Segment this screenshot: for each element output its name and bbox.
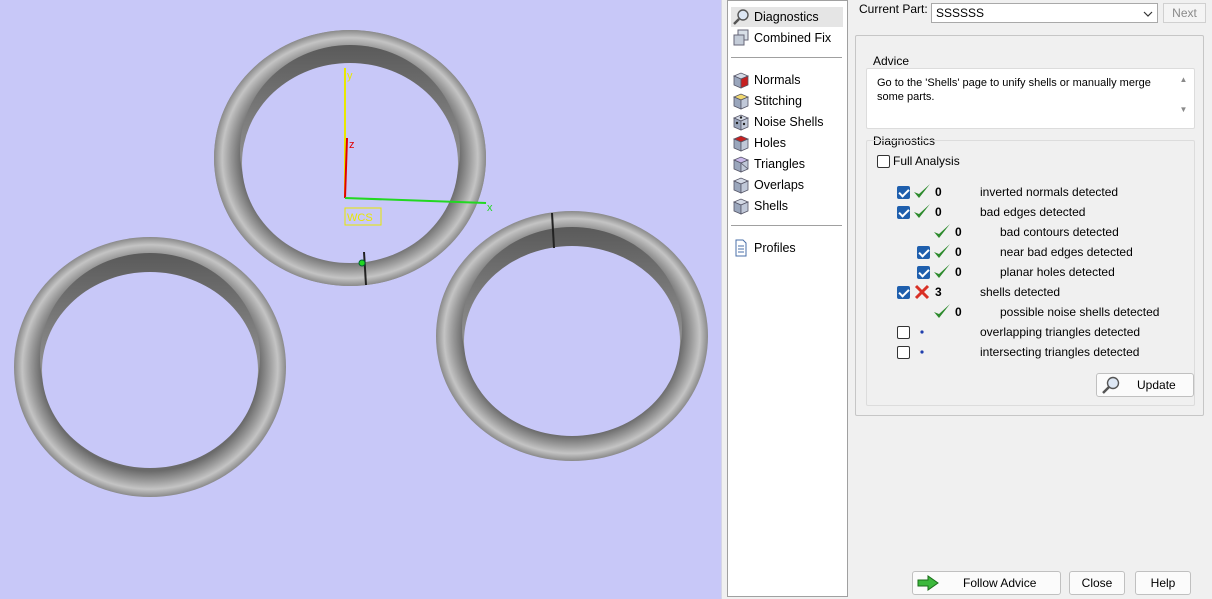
red-x-icon	[913, 283, 931, 301]
row-checkbox[interactable]	[897, 326, 910, 339]
row-label: possible noise shells detected	[1000, 305, 1160, 319]
advice-box: Go to the 'Shells' page to unify shells …	[866, 68, 1195, 129]
page-navigation: Diagnostics Combined Fix Normals Stitchi…	[727, 0, 848, 597]
green-check-icon	[933, 303, 951, 321]
ring-right[interactable]	[436, 211, 708, 461]
nav-label-diagnostics: Diagnostics	[754, 10, 819, 24]
ring-left[interactable]	[14, 237, 286, 497]
current-part-select[interactable]: SSSSSS	[931, 3, 1158, 23]
green-check-icon	[933, 263, 951, 281]
green-arrow-icon	[917, 575, 939, 591]
triangles-cube-icon	[731, 154, 751, 174]
pending-dot-icon	[913, 323, 931, 341]
help-button[interactable]: Help	[1135, 571, 1191, 595]
full-analysis-checkbox[interactable]	[877, 155, 890, 168]
nav-label-stitching: Stitching	[754, 94, 802, 108]
row-label: inverted normals detected	[980, 185, 1119, 199]
3d-viewport[interactable]: y z x WCS	[0, 0, 721, 599]
nav-label-noise-shells: Noise Shells	[754, 115, 824, 129]
row-count: 0	[955, 245, 962, 259]
row-label: bad edges detected	[980, 205, 1086, 219]
green-check-icon	[913, 183, 931, 201]
magnifier-icon	[731, 7, 751, 27]
row-checkbox[interactable]	[917, 246, 930, 259]
scroll-down-icon[interactable]: ▼	[1177, 103, 1190, 116]
fix-wizard-panel: Diagnostics Combined Fix Normals Stitchi…	[721, 0, 1212, 599]
wcs-label: WCS	[347, 212, 373, 224]
row-count: 0	[935, 205, 942, 219]
z-axis-label: z	[349, 139, 355, 151]
advice-scrollbar[interactable]: ▲ ▼	[1177, 73, 1190, 125]
row-count: 0	[955, 305, 962, 319]
full-analysis-label: Full Analysis	[893, 154, 960, 168]
row-label: near bad edges detected	[1000, 245, 1133, 259]
update-label: Update	[1137, 378, 1176, 392]
pending-dot-icon	[913, 343, 931, 361]
nav-item-combined-fix[interactable]: Combined Fix	[731, 28, 843, 48]
update-button[interactable]: Update	[1096, 373, 1194, 397]
nav-item-noise-shells[interactable]: Noise Shells	[731, 112, 843, 132]
row-label: shells detected	[980, 285, 1061, 299]
row-label: bad contours detected	[1000, 225, 1119, 239]
row-label: overlapping triangles detected	[980, 325, 1141, 339]
row-checkbox[interactable]	[917, 266, 930, 279]
green-check-icon	[933, 223, 951, 241]
follow-advice-label: Follow Advice	[963, 576, 1037, 590]
shells-cube-icon	[731, 196, 751, 216]
row-checkbox[interactable]	[897, 346, 910, 359]
magnifier-icon	[1101, 375, 1121, 395]
nav-label-shells: Shells	[754, 199, 789, 213]
next-button[interactable]: Next	[1163, 3, 1206, 23]
y-axis-label: y	[347, 70, 353, 82]
nav-label-profiles: Profiles	[754, 241, 796, 255]
nav-item-normals[interactable]: Normals	[731, 70, 843, 90]
combined-fix-icon	[731, 28, 751, 48]
nav-label-holes: Holes	[754, 136, 786, 150]
advice-text: Go to the 'Shells' page to unify shells …	[877, 77, 1151, 103]
overlaps-cube-icon	[731, 175, 751, 195]
document-icon	[731, 238, 751, 258]
row-count: 0	[955, 265, 962, 279]
nav-label-overlaps: Overlaps	[754, 178, 805, 192]
normals-cube-icon	[731, 70, 751, 90]
nav-item-triangles[interactable]: Triangles	[731, 154, 843, 174]
diagnostics-box: Full Analysis 0 inverted normals detected…	[866, 140, 1195, 406]
row-count: 3	[935, 285, 942, 299]
diagnostics-page: Advice Go to the 'Shells' page to unify …	[855, 35, 1204, 416]
follow-advice-button[interactable]: Follow Advice	[912, 571, 1061, 595]
noise-shells-icon	[731, 112, 751, 132]
nav-item-stitching[interactable]: Stitching	[731, 91, 843, 111]
row-checkbox[interactable]	[897, 206, 910, 219]
nav-item-shells[interactable]: Shells	[731, 196, 843, 216]
nav-item-holes[interactable]: Holes	[731, 133, 843, 153]
row-checkbox[interactable]	[897, 286, 910, 299]
nav-item-overlaps[interactable]: Overlaps	[731, 175, 843, 195]
nav-item-diagnostics[interactable]: Diagnostics	[731, 7, 843, 27]
viewport-scene[interactable]: y z x WCS	[0, 0, 721, 599]
green-check-icon	[933, 243, 951, 261]
current-part-label: Current Part:	[859, 2, 928, 16]
row-checkbox[interactable]	[897, 186, 910, 199]
row-label: intersecting triangles detected	[980, 345, 1140, 359]
green-check-icon	[913, 203, 931, 221]
ring-top[interactable]	[214, 30, 486, 286]
chevron-down-icon	[1143, 6, 1153, 20]
x-axis-label: x	[487, 202, 493, 214]
current-part-value: SSSSSS	[936, 6, 985, 20]
row-count: 0	[935, 185, 942, 199]
row-label: planar holes detected	[1000, 265, 1115, 279]
nav-item-profiles[interactable]: Profiles	[731, 238, 843, 258]
nav-label-normals: Normals	[754, 73, 801, 87]
nav-label-combined-fix: Combined Fix	[754, 31, 832, 45]
row-count: 0	[955, 225, 962, 239]
close-button[interactable]: Close	[1069, 571, 1125, 595]
stitching-cube-icon	[731, 91, 751, 111]
scroll-up-icon[interactable]: ▲	[1177, 73, 1190, 86]
holes-cube-icon	[731, 133, 751, 153]
nav-label-triangles: Triangles	[754, 157, 805, 171]
advice-title: Advice	[873, 54, 910, 68]
